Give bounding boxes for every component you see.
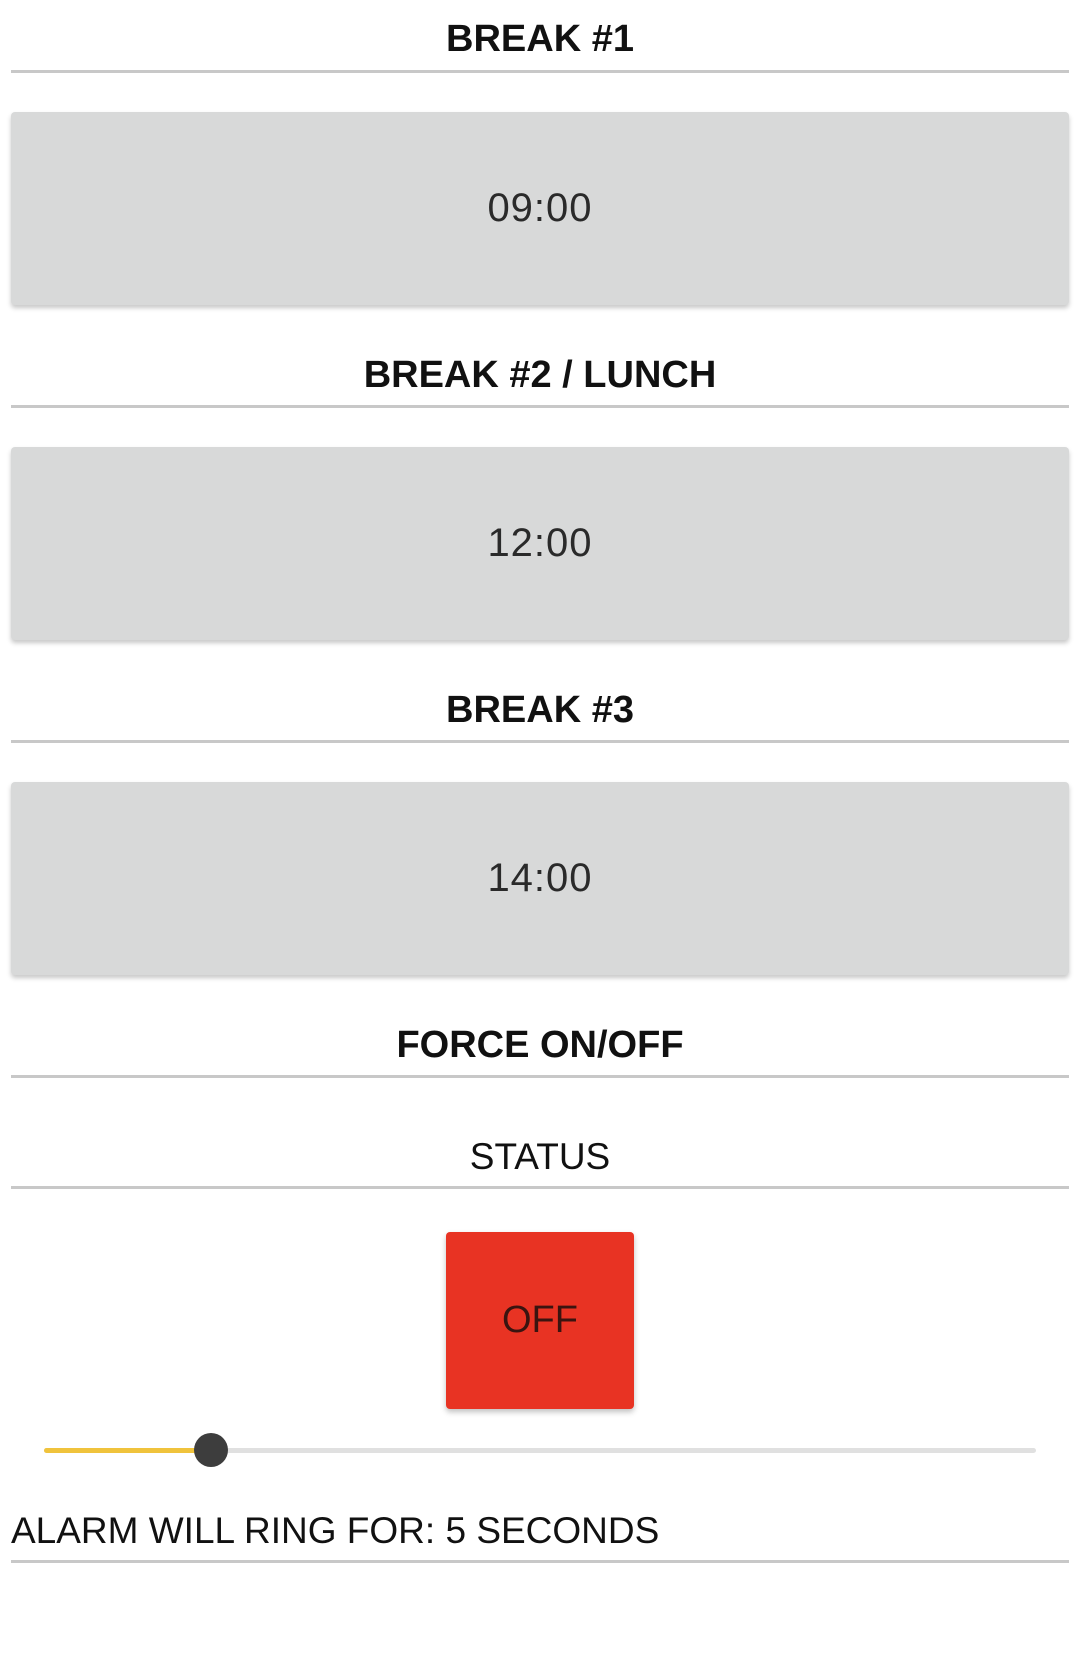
alarm-duration-slider[interactable] <box>44 1430 1036 1470</box>
force-title: FORCE ON/OFF <box>396 1024 684 1066</box>
alarm-duration-text: ALARM WILL RING FOR: 5 SECONDS <box>11 1510 660 1551</box>
break-1-divider <box>11 70 1069 73</box>
break-3-title: BREAK #3 <box>446 689 634 731</box>
break-2-title: BREAK #2 / LUNCH <box>363 354 717 396</box>
break-3-divider <box>11 740 1069 743</box>
status-label: STATUS <box>469 1136 611 1177</box>
break-2-divider <box>11 405 1069 408</box>
force-divider <box>11 1075 1069 1078</box>
status-divider <box>11 1186 1069 1189</box>
slider-fill <box>44 1448 211 1453</box>
alarm-divider <box>11 1560 1069 1563</box>
slider-thumb[interactable] <box>193 1433 228 1467</box>
break-2-time-button[interactable]: 12:00 <box>11 447 1069 640</box>
break-3-time-button[interactable]: 14:00 <box>11 782 1069 975</box>
break-1-title: BREAK #1 <box>446 18 634 60</box>
force-off-button[interactable]: OFF <box>446 1232 634 1409</box>
break-1-time-button[interactable]: 09:00 <box>11 112 1069 305</box>
